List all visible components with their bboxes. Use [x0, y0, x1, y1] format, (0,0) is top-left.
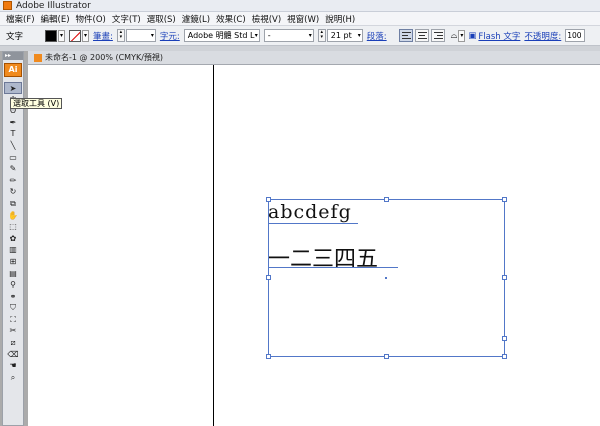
opacity-field[interactable]: 100: [565, 29, 586, 42]
type-tool-icon[interactable]: T: [4, 128, 22, 140]
character-label-link[interactable]: 字元:: [160, 30, 180, 42]
align-right-button[interactable]: [430, 29, 445, 42]
menu-filter[interactable]: 濾鏡(L): [179, 13, 213, 25]
paragraph-label-link[interactable]: 段落:: [367, 30, 387, 42]
text-overflow-port[interactable]: [502, 336, 507, 341]
live-paint-selection-tool-icon[interactable]: ⛶: [4, 314, 22, 326]
blend-tool-icon[interactable]: ⚭: [4, 291, 22, 303]
tools-panel-collapse-button[interactable]: ▸▸: [3, 52, 23, 60]
control-bar: 文字 ▾ ▾ 筆畫: ▴ ▾ ▾ 字元: Adobe 明體 Std L ▾ - ▾ ▴…: [0, 26, 600, 46]
font-size-value: 21 pt: [330, 31, 352, 40]
menu-type[interactable]: 文字(T): [109, 13, 144, 25]
window-title: Adobe Illustrator: [16, 0, 91, 11]
menu-view[interactable]: 檢視(V): [249, 13, 284, 25]
stroke-color-swatch[interactable]: [69, 29, 82, 42]
mesh-tool-icon[interactable]: ⊞: [4, 256, 22, 268]
font-family-value: Adobe 明體 Std L: [187, 31, 255, 40]
menu-window[interactable]: 視窗(W): [284, 13, 322, 25]
chevron-down-icon: ▾: [308, 32, 312, 39]
document-canvas[interactable]: abcdefg 一二三四五: [28, 65, 600, 426]
align-center-button[interactable]: [414, 29, 429, 42]
rotate-tool-icon[interactable]: ↻: [4, 186, 22, 198]
crop-area-tool-icon[interactable]: ✂: [4, 325, 22, 337]
menu-edit[interactable]: 編輯(E): [38, 13, 73, 25]
pencil-tool-icon[interactable]: ✏: [4, 175, 22, 187]
fill-color-swatch[interactable]: [45, 29, 58, 42]
chevron-down-icon: ▾: [357, 32, 361, 39]
warp-dropdown-arrow[interactable]: ▾: [458, 29, 466, 42]
slice-tool-icon[interactable]: ⧄: [4, 337, 22, 349]
document-tab[interactable]: 未命名-1 @ 200% (CMYK/預視): [28, 51, 600, 65]
document-tab-title: 未命名-1 @ 200% (CMYK/預視): [45, 53, 164, 62]
warp-tool-icon[interactable]: ✋: [4, 210, 22, 222]
paintbrush-tool-icon[interactable]: ✎: [4, 163, 22, 175]
tool-tooltip: 選取工具 (V): [10, 98, 63, 109]
font-family-select[interactable]: Adobe 明體 Std L ▾: [183, 29, 260, 42]
menu-help[interactable]: 說明(H): [322, 13, 358, 25]
artboard-edge: [213, 65, 214, 426]
font-size-field[interactable]: 21 pt ▾: [326, 29, 363, 42]
column-graph-tool-icon[interactable]: ▥: [4, 244, 22, 256]
bbox-handle-top-right[interactable]: [502, 197, 507, 202]
zoom-tool-icon[interactable]: ⌕: [4, 372, 22, 384]
bbox-handle-middle-left[interactable]: [266, 275, 271, 280]
gradient-tool-icon[interactable]: ▤: [4, 268, 22, 280]
illustrator-logo-icon: Ai: [4, 63, 22, 77]
eraser-tool-icon[interactable]: ⌫: [4, 349, 22, 361]
stroke-weight-field[interactable]: ▾: [125, 29, 156, 42]
illustrator-app-icon: [3, 1, 12, 10]
eyedropper-tool-icon[interactable]: ⚲: [4, 279, 22, 291]
line-tool-icon[interactable]: ╲: [4, 140, 22, 152]
rectangle-tool-icon[interactable]: ▭: [4, 152, 22, 164]
fill-dropdown-arrow[interactable]: ▾: [58, 29, 66, 42]
flash-text-icon[interactable]: ▣: [468, 31, 476, 41]
bbox-handle-middle-right[interactable]: [502, 275, 507, 280]
menu-object[interactable]: 物件(O): [73, 13, 109, 25]
flash-text-link[interactable]: Flash 文字: [478, 30, 520, 42]
title-bar: Adobe Illustrator: [0, 0, 600, 12]
envelope-warp-icon[interactable]: ⌓: [451, 31, 458, 41]
menu-bar: 檔案(F) 編輯(E) 物件(O) 文字(T) 選取(S) 濾鏡(L) 效果(C…: [0, 12, 600, 26]
font-style-select[interactable]: - ▾: [263, 29, 314, 42]
bbox-handle-bottom-left[interactable]: [266, 354, 271, 359]
chevron-down-icon: ▾: [254, 32, 258, 39]
live-paint-tool-icon[interactable]: ⛉: [4, 302, 22, 314]
bbox-handle-top-left[interactable]: [266, 197, 271, 202]
chevron-down-icon: ▾: [150, 32, 154, 39]
symbol-sprayer-tool-icon[interactable]: ✿: [4, 233, 22, 245]
menu-effect[interactable]: 效果(C): [213, 13, 249, 25]
align-left-button[interactable]: [398, 29, 413, 42]
font-size-stepper[interactable]: ▴ ▾: [317, 29, 326, 42]
bbox-handle-top-center[interactable]: [384, 197, 389, 202]
menu-select[interactable]: 選取(S): [144, 13, 179, 25]
menu-file[interactable]: 檔案(F): [3, 13, 38, 25]
font-style-value: -: [267, 31, 271, 40]
bbox-center-point: [385, 277, 387, 279]
stroke-dropdown-arrow[interactable]: ▾: [82, 29, 90, 42]
selection-tool-icon[interactable]: ➤: [4, 82, 22, 94]
pen-tool-icon[interactable]: ✒: [4, 117, 22, 129]
document-icon: [34, 53, 42, 62]
scale-tool-icon[interactable]: ⧉: [4, 198, 22, 210]
bbox-handle-bottom-center[interactable]: [384, 354, 389, 359]
hand-tool-icon[interactable]: ☚: [4, 360, 22, 372]
free-transform-tool-icon[interactable]: ⬚: [4, 221, 22, 233]
stroke-label-link[interactable]: 筆畫:: [93, 30, 113, 42]
bbox-handle-bottom-right[interactable]: [502, 354, 507, 359]
opacity-label-link[interactable]: 不透明度:: [524, 30, 561, 42]
stroke-weight-stepper[interactable]: ▴ ▾: [116, 29, 125, 42]
current-tool-label: 文字: [6, 31, 24, 42]
